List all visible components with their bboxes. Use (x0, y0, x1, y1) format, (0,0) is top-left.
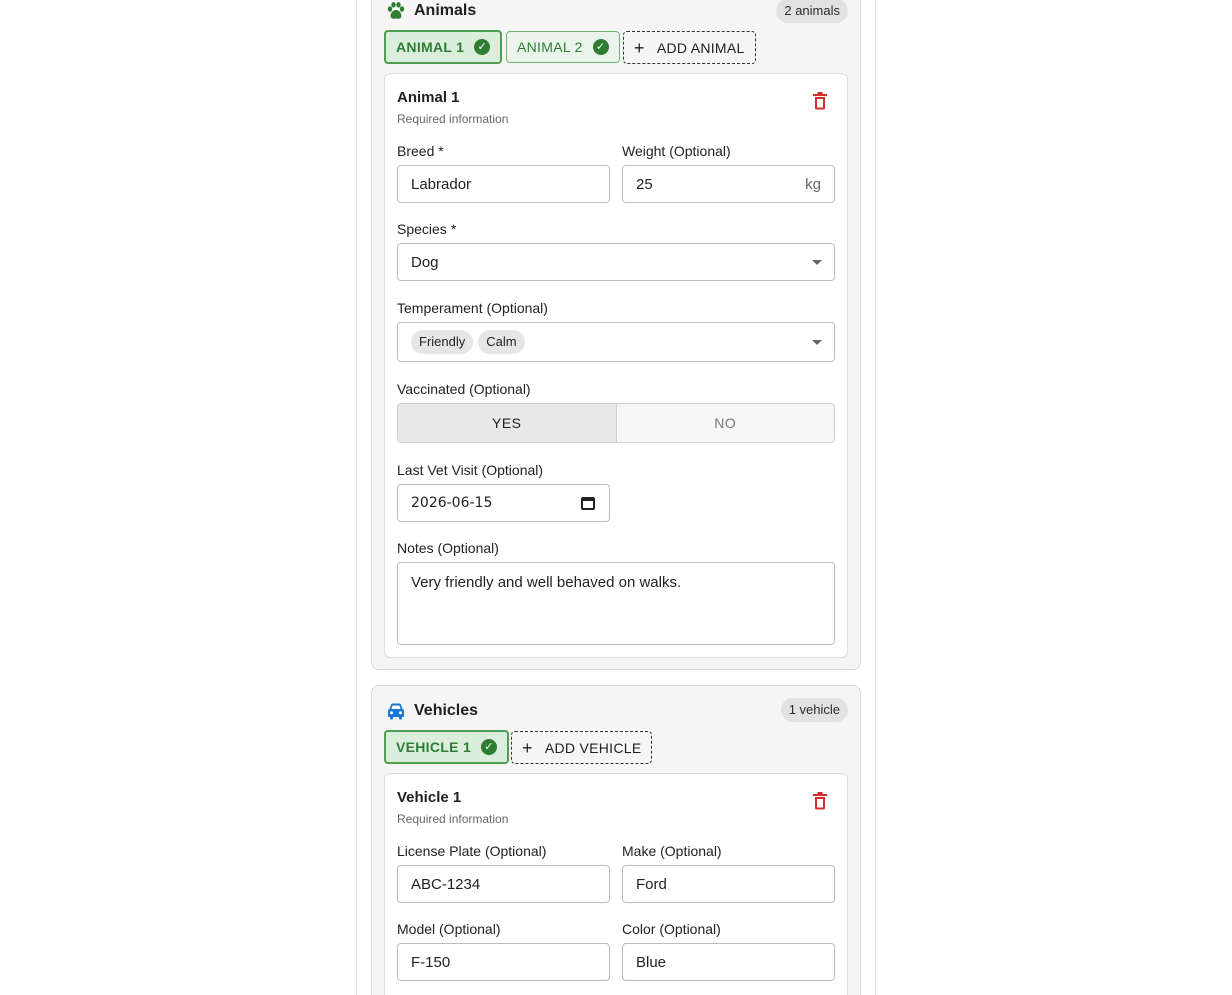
last-vet-visit-label: Last Vet Visit (Optional) (397, 462, 544, 478)
vehicle-card-title: Vehicle 1 (397, 789, 462, 806)
vaccinated-yes-button[interactable]: YES (398, 404, 617, 442)
trash-icon[interactable] (812, 792, 828, 810)
add-vehicle-button[interactable]: + ADD VEHICLE (511, 731, 653, 764)
tab-animal-1[interactable]: ANIMAL 1 ✓ (384, 30, 503, 64)
tab-animal-2[interactable]: ANIMAL 2 ✓ (506, 31, 620, 63)
license-plate-label: License Plate (Optional) (397, 843, 547, 859)
breed-value: Labrador (411, 175, 472, 193)
notes-value: Very friendly and well behaved on walks. (411, 574, 682, 591)
species-value: Dog (411, 253, 439, 271)
animals-header: Animals (386, 0, 476, 22)
weight-label: Weight (Optional) (622, 143, 731, 159)
notes-textarea[interactable]: Very friendly and well behaved on walks. (397, 562, 835, 645)
add-animal-button[interactable]: + ADD ANIMAL (623, 31, 756, 64)
paw-icon (387, 2, 405, 19)
caret-down-icon (812, 340, 822, 345)
temperament-chip[interactable]: Calm (478, 330, 525, 354)
weight-value: 25 (636, 175, 653, 193)
plus-icon: + (634, 37, 645, 58)
vehicles-title: Vehicles (414, 702, 479, 719)
car-icon (388, 703, 404, 720)
tab-animal-1-label: ANIMAL 1 (396, 39, 465, 55)
animal-card-title: Animal 1 (397, 89, 460, 106)
license-plate-input[interactable]: ABC-1234 (397, 865, 610, 903)
vaccinated-label: Vaccinated (Optional) (397, 381, 531, 397)
temperament-chip[interactable]: Friendly (411, 330, 474, 354)
check-circle-icon: ✓ (592, 39, 609, 55)
vehicles-header: Vehicles (386, 700, 478, 722)
check-circle-icon: ✓ (474, 39, 491, 55)
add-vehicle-label: ADD VEHICLE (544, 739, 642, 756)
color-input[interactable]: Blue (622, 943, 835, 981)
breed-input[interactable]: Labrador (397, 165, 610, 203)
trash-icon[interactable] (812, 92, 828, 110)
temperament-label: Temperament (Optional) (397, 300, 548, 316)
animal-card-subtitle: Required information (397, 112, 509, 126)
tab-vehicle-1[interactable]: VEHICLE 1 ✓ (384, 730, 510, 764)
license-plate-value: ABC-1234 (411, 875, 481, 893)
animals-title: Animals (414, 2, 477, 19)
last-vet-visit-input[interactable]: 2026-06-15 (397, 484, 610, 522)
species-label: Species * (397, 221, 457, 237)
weight-input[interactable]: 25 kg (622, 165, 835, 203)
temperament-select[interactable]: Friendly Calm (397, 322, 835, 362)
notes-label: Notes (Optional) (397, 540, 499, 556)
color-value: Blue (636, 953, 667, 971)
make-input[interactable]: Ford (622, 865, 835, 903)
model-input[interactable]: F-150 (397, 943, 610, 981)
vaccinated-toggle: YES NO (397, 403, 835, 443)
tab-animal-2-label: ANIMAL 2 (517, 39, 583, 55)
add-animal-label: ADD ANIMAL (656, 39, 745, 56)
make-value: Ford (636, 875, 667, 893)
vehicles-count-badge: 1 vehicle (780, 698, 848, 722)
last-vet-visit-value: 2026-06-15 (411, 495, 493, 511)
weight-unit: kg (805, 175, 821, 193)
vaccinated-no-button[interactable]: NO (616, 404, 834, 442)
model-label: Model (Optional) (397, 921, 501, 937)
breed-label: Breed * (397, 143, 444, 159)
species-select[interactable]: Dog (397, 243, 835, 281)
color-label: Color (Optional) (622, 921, 721, 937)
make-label: Make (Optional) (622, 843, 722, 859)
plus-icon: + (522, 737, 533, 758)
tab-vehicle-1-label: VEHICLE 1 (396, 739, 472, 755)
check-circle-icon: ✓ (481, 739, 498, 755)
model-value: F-150 (411, 953, 451, 971)
vehicle-card-subtitle: Required information (397, 812, 509, 826)
animals-count-badge: 2 animals (776, 0, 848, 23)
calendar-icon[interactable] (581, 497, 595, 510)
caret-down-icon (812, 260, 822, 265)
